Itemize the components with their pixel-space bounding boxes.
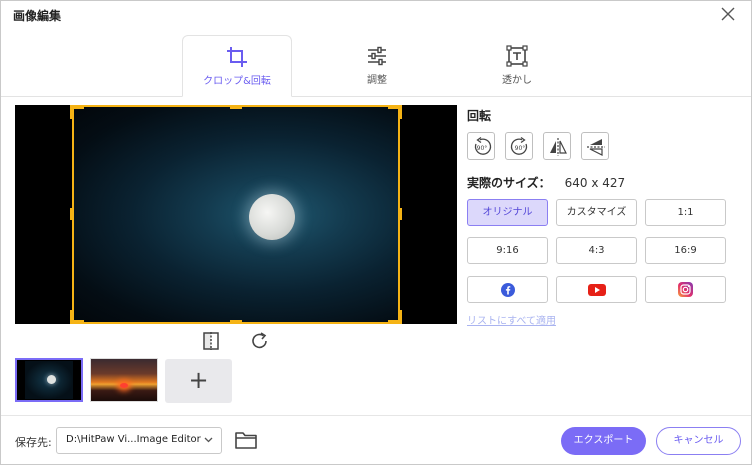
tab-adjust[interactable]: 調整 xyxy=(322,35,432,97)
crop-frame[interactable] xyxy=(72,105,400,324)
sliders-icon xyxy=(368,46,386,66)
thumbnail-moon-disc xyxy=(47,375,56,384)
thumbnail-sunset[interactable] xyxy=(90,358,158,402)
flip-vertical-button[interactable] xyxy=(581,132,609,160)
flip-horizontal-icon xyxy=(550,138,567,156)
tab-watermark[interactable]: 透かし xyxy=(462,35,572,97)
rotate-right-90-button[interactable]: 90° xyxy=(505,132,533,160)
save-location-label: 保存先: xyxy=(15,436,52,449)
crop-handle-br-v[interactable] xyxy=(398,310,402,324)
instagram-icon xyxy=(678,282,693,297)
rotate-label: 回転 xyxy=(467,109,492,123)
rotate-left-90-button[interactable]: 90° xyxy=(467,132,495,160)
rotate-right-90-icon: 90° xyxy=(510,136,528,155)
rotate-right-90-text: 90° xyxy=(515,145,526,152)
image-preview xyxy=(15,105,457,324)
thumbnail-sun xyxy=(120,383,128,388)
folder-icon[interactable] xyxy=(234,429,258,451)
flip-preview-icon[interactable] xyxy=(201,331,221,351)
watermark-icon xyxy=(506,45,528,67)
footer-divider xyxy=(1,415,751,416)
facebook-icon xyxy=(500,283,515,297)
crop-handle-tr-v[interactable] xyxy=(398,105,402,119)
actual-size-row: 実際のサイズ： 640 x 427 xyxy=(467,174,625,191)
image-edit-dialog: 画像編集 クロップ&回転 調整 透かし + 回転 90° 90° 実際のサイズ：… xyxy=(0,0,752,465)
ratio-9-16-button[interactable]: 9:16 xyxy=(467,237,548,264)
crop-handle-right[interactable] xyxy=(398,208,402,220)
close-icon[interactable] xyxy=(719,5,737,23)
rotate-preview-icon[interactable] xyxy=(250,331,270,351)
crop-icon xyxy=(227,47,247,67)
crop-handle-tl-v[interactable] xyxy=(70,105,74,119)
add-image-button[interactable]: + xyxy=(165,359,232,403)
rotate-left-90-text: 90° xyxy=(477,145,488,152)
actual-size-value: 640 x 427 xyxy=(564,176,626,190)
dialog-title: 画像編集 xyxy=(13,9,62,23)
instagram-ratio-button[interactable] xyxy=(645,276,726,303)
youtube-icon xyxy=(587,284,606,296)
thumbnail-moon[interactable] xyxy=(15,358,83,402)
tab-adjust-label: 調整 xyxy=(367,75,387,86)
crop-handle-left[interactable] xyxy=(70,208,74,220)
actual-size-label: 実際のサイズ： xyxy=(467,176,551,190)
rotate-left-90-icon: 90° xyxy=(474,136,492,155)
tab-crop-rotate[interactable]: クロップ&回転 xyxy=(182,35,292,97)
tab-crop-rotate-label: クロップ&回転 xyxy=(203,76,271,87)
save-path-value: D:\HitPaw Vi...Image Editor xyxy=(66,434,201,445)
chevron-down-icon xyxy=(204,437,213,443)
crop-handle-bottom[interactable] xyxy=(230,320,242,324)
cancel-button[interactable]: キャンセル xyxy=(656,427,741,455)
crop-handle-top[interactable] xyxy=(230,105,242,109)
export-button[interactable]: エクスポート xyxy=(561,427,646,455)
ratio-1-1-button[interactable]: 1:1 xyxy=(645,199,726,226)
apply-to-all-link[interactable]: リストにすべて適用 xyxy=(467,312,556,327)
youtube-ratio-button[interactable] xyxy=(556,276,637,303)
facebook-ratio-button[interactable] xyxy=(467,276,548,303)
ratio-4-3-button[interactable]: 4:3 xyxy=(556,237,637,264)
ratio-custom-button[interactable]: カスタマイズ xyxy=(556,199,637,226)
flip-vertical-icon xyxy=(587,139,605,156)
tab-watermark-label: 透かし xyxy=(502,75,532,86)
ratio-16-9-button[interactable]: 16:9 xyxy=(645,237,726,264)
ratio-original-button[interactable]: オリジナル xyxy=(467,199,548,226)
save-path-select[interactable]: D:\HitPaw Vi...Image Editor xyxy=(56,427,222,454)
crop-handle-bl-v[interactable] xyxy=(70,310,74,324)
flip-horizontal-button[interactable] xyxy=(543,132,571,160)
